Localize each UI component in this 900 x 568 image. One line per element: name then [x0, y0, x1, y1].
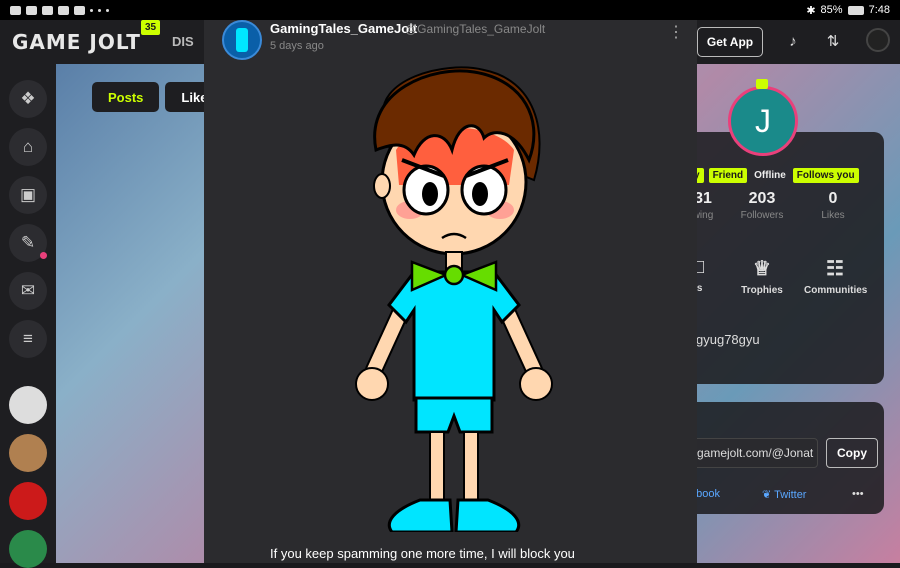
crown-icon	[756, 79, 768, 89]
bell-icon[interactable]: ♪	[784, 33, 802, 51]
sidebar-game-duck[interactable]	[9, 434, 47, 472]
more-icon	[106, 8, 109, 12]
notification-icon	[26, 5, 37, 15]
sidebar-item-inventory[interactable]: ▣	[9, 176, 47, 214]
get-app-button[interactable]: Get App	[697, 27, 763, 57]
post-image	[355, 66, 553, 532]
character-right-shoe	[454, 498, 521, 532]
stat-likes[interactable]: 0 Likes	[808, 190, 858, 221]
post-author-handle: @GamingTales_GameJolt	[405, 22, 546, 36]
profile-username: gyug78gyu	[696, 332, 760, 347]
sidebar-item-shop[interactable]: ⌂	[9, 128, 47, 166]
profile-trophies-link[interactable]: ♕ Trophies	[738, 256, 786, 296]
character-left-leg	[429, 431, 445, 505]
character-left-hand	[355, 367, 389, 401]
sidebar-item-chat[interactable]: ✉	[9, 272, 47, 310]
profile-url-field[interactable]: gamejolt.com/@Jonat	[690, 438, 818, 468]
character-shorts	[414, 396, 494, 434]
battery-percent: 85%	[820, 4, 843, 16]
character-left-pupil	[422, 182, 438, 206]
avatar-figure	[236, 28, 248, 52]
post-options-icon[interactable]: ⋮	[668, 22, 684, 42]
notification-icon	[58, 5, 69, 15]
post-timestamp: 5 days ago	[270, 40, 324, 52]
notification-icon	[10, 5, 21, 15]
stat-followers-label: Followers	[740, 210, 784, 221]
logo-badge: 35	[141, 20, 161, 35]
more-icon	[98, 8, 101, 12]
notification-dot	[40, 252, 47, 259]
stat-followers-num: 203	[748, 190, 776, 207]
character-shirt	[387, 270, 521, 402]
twitter-icon: ❦	[762, 489, 775, 501]
character-right-leg	[463, 431, 479, 505]
badge-offline: Offline	[754, 170, 786, 181]
share-more-button[interactable]: •••	[852, 488, 864, 500]
character-left-shoe	[387, 498, 454, 532]
twitter-label: Twitter	[774, 489, 807, 501]
share-twitter-link[interactable]: ❦ Twitter	[762, 488, 806, 501]
sidebar-item-library[interactable]: ≡	[9, 320, 47, 358]
profile-badges: y Friend Offline Follows you	[690, 168, 859, 183]
notification-icon	[74, 5, 85, 15]
sidebar-game-earth[interactable]	[9, 530, 47, 568]
profile-communities-label: Communities	[804, 285, 868, 296]
gamejolt-logo[interactable]: GAME JOLT	[12, 30, 141, 54]
post-text: If you keep spamming one more time, I wi…	[270, 546, 575, 561]
sidebar-game-bfft[interactable]	[9, 482, 47, 520]
more-icon	[90, 8, 93, 12]
profile-avatar[interactable]: J	[728, 86, 798, 156]
stat-followers[interactable]: 203 Followers	[732, 190, 792, 221]
sidebar-item-discover[interactable]: ❖	[9, 80, 47, 118]
status-bar: ✱ 85% 7:48	[0, 0, 900, 20]
stat-likes-label: Likes	[821, 210, 845, 221]
profile-trophies-label: Trophies	[741, 285, 783, 296]
status-right: ✱ 85% 7:48	[806, 4, 890, 17]
clock: 7:48	[868, 4, 890, 16]
character-ear	[373, 173, 391, 199]
character-bowtie-knot	[443, 264, 465, 286]
bluetooth-icon: ✱	[806, 4, 816, 17]
tab-posts[interactable]: Posts	[92, 82, 160, 112]
communities-icon: ☷	[826, 258, 844, 280]
sidebar-game-qr[interactable]	[9, 386, 47, 424]
badge-friend: Friend	[708, 168, 748, 183]
post-author-avatar[interactable]	[222, 20, 262, 60]
stat-likes-num: 0	[828, 190, 838, 207]
character-right-pupil	[472, 182, 488, 206]
activity-icon[interactable]: ⇅	[824, 33, 842, 51]
character-right-hand	[519, 367, 553, 401]
discover-link[interactable]: DIS	[172, 34, 194, 49]
post-modal: GamingTales_GameJolt @GamingTales_GameJo…	[204, 20, 697, 563]
copy-button[interactable]: Copy	[826, 438, 878, 468]
trophy-icon: ♕	[753, 258, 771, 280]
post-author-name[interactable]: GamingTales_GameJolt	[270, 21, 417, 36]
status-left-icons	[10, 5, 109, 15]
badge-follows-you: Follows you	[792, 168, 859, 183]
notification-icon	[42, 5, 53, 15]
battery-icon	[847, 5, 864, 15]
profile-communities-link[interactable]: ☷ Communities	[804, 256, 868, 296]
sidebar: ❖ ⌂ ▣ ✎ ✉ ≡	[0, 64, 56, 568]
user-avatar[interactable]	[866, 28, 890, 52]
